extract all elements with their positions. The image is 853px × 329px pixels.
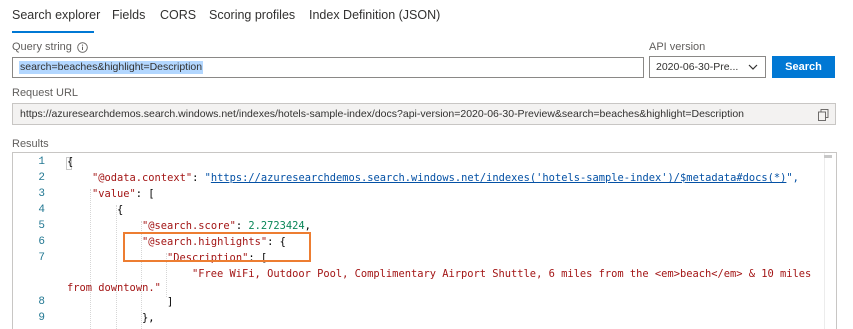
json-punct: , — [304, 220, 311, 232]
tab-fields[interactable]: Fields — [112, 8, 145, 22]
line-number: 9 — [38, 312, 45, 324]
vertical-scrollbar[interactable] — [824, 153, 836, 329]
json-punct: : [ — [135, 188, 155, 200]
api-version-label: API version — [649, 41, 706, 53]
line-number: 1 — [38, 156, 45, 168]
api-version-value: 2020-06-30-Pre... — [656, 61, 739, 73]
line-number: 8 — [38, 296, 45, 308]
request-url-label: Request URL — [12, 87, 79, 99]
line-number-gutter: 1 2 3 4 5 6 7 8 9 — [13, 153, 59, 329]
json-key: "value" — [92, 188, 136, 200]
code-line: "value": [ — [92, 188, 155, 200]
request-url-value: https://azuresearchdemos.search.windows.… — [20, 108, 745, 120]
json-punct: ", — [786, 172, 799, 184]
copy-icon[interactable] — [818, 109, 829, 121]
code-line: "@odata.context": "https://azuresearchde… — [92, 172, 799, 184]
json-punct: : — [235, 220, 249, 232]
code-line: "@search.score": 2.2723424, — [142, 220, 311, 232]
code-line: "Free WiFi, Outdoor Pool, Complimentary … — [192, 268, 812, 280]
code-line: }, — [142, 312, 155, 324]
json-key: "@search.score" — [142, 220, 236, 232]
query-string-value: search=beaches&highlight=Description — [19, 61, 204, 74]
tab-search-explorer[interactable]: Search explorer — [12, 8, 100, 22]
results-label: Results — [12, 138, 49, 150]
annotation-highlight-box — [123, 232, 311, 262]
tab-scoring-profiles[interactable]: Scoring profiles — [209, 8, 295, 22]
search-button[interactable]: Search — [772, 56, 835, 78]
chevron-down-icon — [748, 64, 758, 70]
json-key: "@odata.context" — [92, 172, 193, 184]
code-line: ] — [167, 296, 174, 308]
api-version-select[interactable]: 2020-06-30-Pre... — [649, 56, 766, 78]
active-tab-indicator — [12, 31, 94, 33]
query-string-input[interactable]: search=beaches&highlight=Description — [12, 57, 644, 78]
code-line: { — [67, 156, 74, 168]
line-number: 3 — [38, 188, 45, 200]
json-url-link[interactable]: https://azuresearchdemos.search.windows.… — [211, 172, 787, 184]
tab-index-definition[interactable]: Index Definition (JSON) — [309, 8, 440, 22]
request-url-field: https://azuresearchdemos.search.windows.… — [12, 103, 836, 125]
line-number: 6 — [38, 236, 45, 248]
scrollbar-marker — [824, 155, 832, 158]
query-string-label: Query string — [12, 41, 72, 53]
line-number: 7 — [38, 252, 45, 264]
json-punct: : — [192, 172, 205, 184]
line-number: 4 — [38, 204, 45, 216]
info-icon[interactable] — [77, 42, 88, 53]
line-number: 5 — [38, 220, 45, 232]
line-number: 2 — [38, 172, 45, 184]
code-line: from downtown." — [67, 282, 161, 294]
code-line: { — [117, 204, 124, 216]
json-number: 2.2723424 — [248, 220, 305, 232]
tab-cors[interactable]: CORS — [160, 8, 196, 22]
